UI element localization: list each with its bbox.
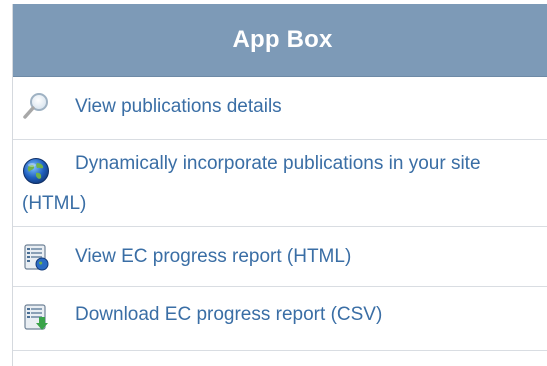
item-label: Dynamically incorporate publications in … — [22, 153, 481, 214]
app-box-title: App Box — [13, 4, 547, 77]
item-label: View publications details — [75, 96, 282, 117]
magnifier-icon — [23, 93, 48, 119]
report-download-icon — [24, 304, 48, 330]
download-ec-progress-report-link[interactable]: Download EC progress report (CSV) — [13, 287, 547, 351]
incorporate-publications-link[interactable]: Dynamically incorporate publications in … — [13, 140, 547, 227]
item-label: View EC progress report (HTML) — [75, 246, 352, 267]
view-ec-progress-report-link[interactable]: View EC progress report (HTML) — [13, 227, 547, 287]
item-label: Download EC progress report (CSV) — [75, 304, 383, 325]
view-publications-details-link[interactable]: View publications details — [13, 77, 547, 140]
app-box: App Box View publications details Dynami… — [12, 4, 547, 366]
report-web-icon — [24, 244, 49, 271]
